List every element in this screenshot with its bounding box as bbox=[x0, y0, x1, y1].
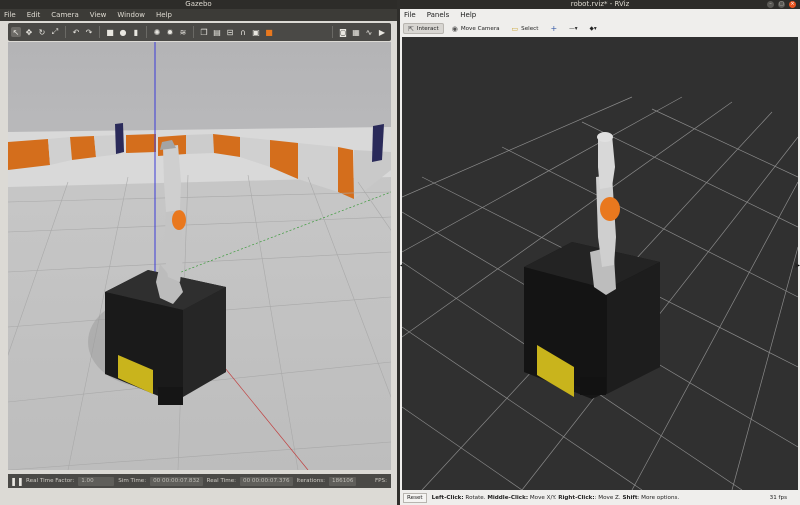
robot-orange-joint bbox=[600, 197, 620, 221]
remove-tool-icon[interactable]: —▾ bbox=[565, 23, 581, 34]
rviz-menubar: File Panels Help bbox=[400, 9, 800, 21]
reset-button[interactable]: Reset bbox=[403, 493, 427, 503]
redo-icon[interactable]: ↷ bbox=[84, 27, 94, 37]
gazebo-titlebar: Gazebo bbox=[0, 0, 397, 9]
help-left-click: Left-Click: bbox=[431, 495, 464, 501]
real-time-label: Real Time: bbox=[206, 478, 237, 484]
gazebo-window: Gazebo File Edit Camera View Window Help… bbox=[0, 0, 397, 505]
pause-icon[interactable]: ❚❚ bbox=[10, 476, 23, 486]
rviz-3d-viewport[interactable] bbox=[402, 37, 798, 490]
real-time-value: 00 00:00:07.376 bbox=[240, 476, 293, 486]
video-icon[interactable]: ▶ bbox=[377, 27, 387, 37]
rtf-label: Real Time Factor: bbox=[26, 478, 75, 484]
gazebo-toolbar: ↖ ✥ ↻ ⤢ ↶ ↷ ■ ● ▮ ✺ ✹ ≋ ❐ ▤ ⊟ ∩ ▣ ■ ◙ ▦ … bbox=[8, 23, 391, 41]
fps-label: FPS: bbox=[374, 478, 387, 484]
select-icon: ▭ bbox=[511, 24, 519, 33]
change-view-icon[interactable]: ▣ bbox=[251, 27, 261, 37]
right-panel-toggle-icon[interactable]: ▶ bbox=[795, 262, 800, 269]
tool-move-camera[interactable]: ◉ Move Camera bbox=[448, 23, 504, 34]
spot-light-icon[interactable]: ✹ bbox=[165, 27, 175, 37]
iterations-label: Iterations: bbox=[296, 478, 326, 484]
rviz-window: robot.rviz* - RViz – □ × File Panels Hel… bbox=[400, 0, 800, 505]
help-shift-desc: : More options. bbox=[637, 495, 680, 501]
tool-interact-label: Interact bbox=[416, 25, 439, 32]
screenshot-icon[interactable]: ◙ bbox=[338, 27, 348, 37]
minimize-icon[interactable]: – bbox=[767, 1, 774, 8]
snap-icon[interactable]: ∩ bbox=[238, 27, 248, 37]
rviz-title: robot.rviz* - RViz bbox=[570, 0, 630, 8]
translate-icon[interactable]: ✥ bbox=[24, 27, 34, 37]
menu-window[interactable]: Window bbox=[117, 11, 145, 19]
scale-icon[interactable]: ⤢ bbox=[50, 27, 60, 37]
color-icon[interactable]: ■ bbox=[264, 27, 274, 37]
rviz-scene bbox=[402, 37, 798, 490]
menu-help[interactable]: Help bbox=[156, 11, 172, 19]
copy-icon[interactable]: ❐ bbox=[199, 27, 209, 37]
gazebo-statusbar: ❚❚ Real Time Factor: 1.00 Sim Time: 00 0… bbox=[8, 474, 391, 488]
help-left-desc: Rotate. bbox=[463, 495, 488, 501]
help-middle-desc: Move X/Y. bbox=[528, 495, 559, 501]
rotate-icon[interactable]: ↻ bbox=[37, 27, 47, 37]
toolbar-divider bbox=[146, 26, 147, 38]
help-text: Left-Click: Rotate. Middle-Click: Move X… bbox=[432, 495, 680, 501]
menu-panels[interactable]: Panels bbox=[427, 11, 450, 19]
sim-time-label: Sim Time: bbox=[118, 478, 147, 484]
tool-select-label: Select bbox=[521, 25, 539, 32]
toolbar-divider bbox=[65, 26, 66, 38]
robot-orange-joint bbox=[172, 210, 186, 230]
toolbar-divider bbox=[99, 26, 100, 38]
directional-light-icon[interactable]: ≋ bbox=[178, 27, 188, 37]
gazebo-3d-viewport[interactable] bbox=[8, 42, 391, 470]
gazebo-menubar: File Edit Camera View Window Help bbox=[0, 9, 397, 21]
menu-view[interactable]: View bbox=[90, 11, 107, 19]
gazebo-scene bbox=[8, 42, 391, 470]
window-controls: – □ × bbox=[767, 0, 796, 9]
gazebo-bottom-strip bbox=[0, 489, 397, 505]
fps-readout: 31 fps bbox=[769, 495, 787, 501]
rviz-statusbar: Reset Left-Click: Rotate. Middle-Click: … bbox=[400, 491, 800, 505]
move-camera-icon: ◉ bbox=[451, 24, 458, 33]
undo-icon[interactable]: ↶ bbox=[71, 27, 81, 37]
log-icon[interactable]: ▦ bbox=[351, 27, 361, 37]
tool-interact[interactable]: ⇱ Interact bbox=[403, 23, 444, 34]
gazebo-title: Gazebo bbox=[185, 0, 212, 8]
rviz-titlebar: robot.rviz* - RViz – □ × bbox=[400, 0, 800, 9]
help-middle-click: Middle-Click: bbox=[487, 495, 529, 501]
menu-camera[interactable]: Camera bbox=[51, 11, 78, 19]
close-icon[interactable]: × bbox=[789, 1, 796, 8]
rviz-toolbar: ⇱ Interact ◉ Move Camera ▭ Select + —▾ ◆… bbox=[400, 21, 800, 36]
select-arrow-icon[interactable]: ↖ bbox=[11, 27, 21, 37]
help-shift: Shift bbox=[622, 495, 638, 501]
interact-icon: ⇱ bbox=[408, 24, 414, 33]
paste-icon[interactable]: ▤ bbox=[212, 27, 222, 37]
rtf-value: 1.00 bbox=[78, 476, 115, 486]
point-light-icon[interactable]: ✺ bbox=[152, 27, 162, 37]
menu-file[interactable]: File bbox=[4, 11, 16, 19]
sim-time-value: 00 00:00:07.832 bbox=[150, 476, 203, 486]
menu-help[interactable]: Help bbox=[460, 11, 476, 19]
toolbar-divider bbox=[332, 26, 333, 38]
help-right-desc: : Move Z. bbox=[594, 495, 623, 501]
toolbar-divider bbox=[193, 26, 194, 38]
plot-icon[interactable]: ∿ bbox=[364, 27, 374, 37]
tool-select[interactable]: ▭ Select bbox=[508, 23, 543, 34]
tool-move-camera-label: Move Camera bbox=[460, 25, 500, 32]
sphere-icon[interactable]: ● bbox=[118, 27, 128, 37]
menu-file[interactable]: File bbox=[404, 11, 416, 19]
align-icon[interactable]: ⊟ bbox=[225, 27, 235, 37]
maximize-icon[interactable]: □ bbox=[778, 1, 785, 8]
help-right-click: Right-Click: bbox=[558, 495, 595, 501]
menu-edit[interactable]: Edit bbox=[27, 11, 41, 19]
box-icon[interactable]: ■ bbox=[105, 27, 115, 37]
cylinder-icon[interactable]: ▮ bbox=[131, 27, 141, 37]
add-tool-icon[interactable]: + bbox=[546, 23, 561, 34]
iterations-value: 186106 bbox=[329, 476, 357, 486]
tool-properties-icon[interactable]: ◆▾ bbox=[586, 23, 601, 34]
